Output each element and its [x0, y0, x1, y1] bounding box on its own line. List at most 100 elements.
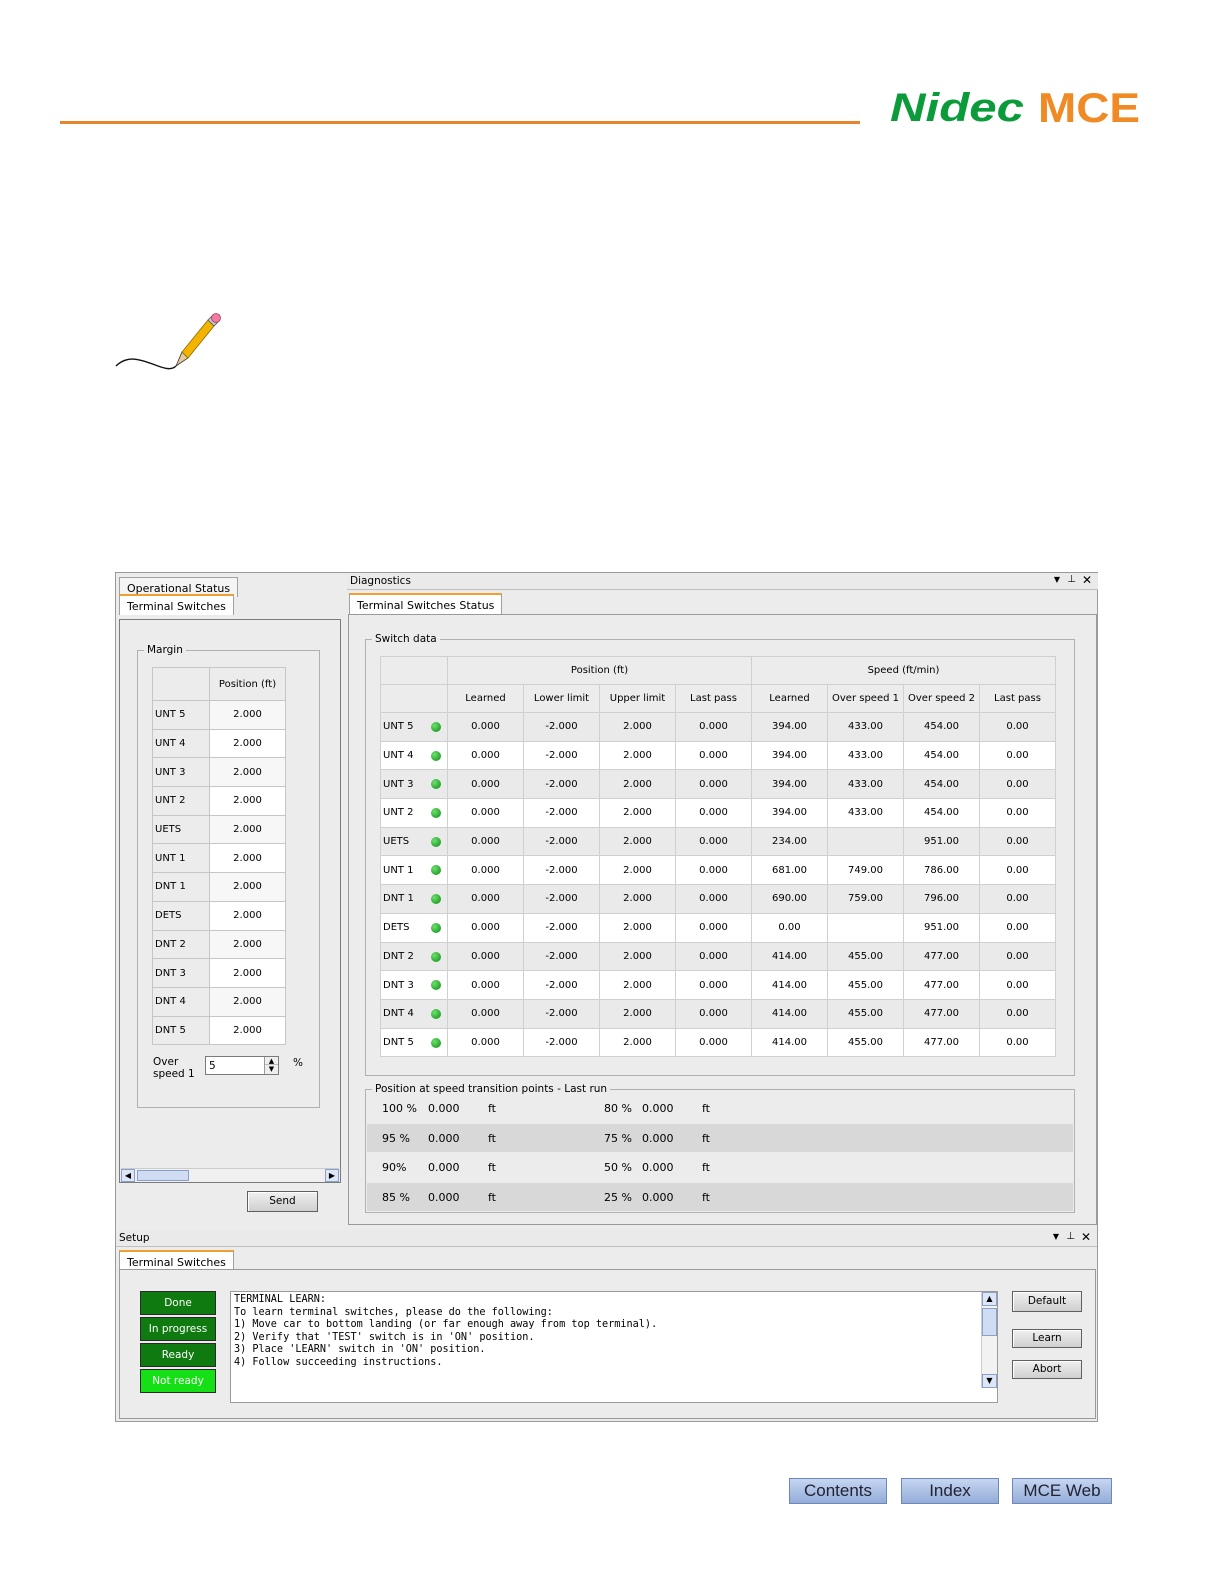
switch-value-cell: 0.000 [675, 740, 752, 771]
transition-row: 85 % 0.000 ft 25 % 0.000 ft [367, 1183, 1073, 1211]
console-scroll-up-icon[interactable]: ▲ [982, 1292, 997, 1306]
margin-position-input[interactable]: 2.000 [209, 1015, 286, 1046]
switch-value-cell: 414.00 [751, 970, 828, 1000]
switch-value-cell: 951.00 [903, 826, 980, 857]
overspeed-stepper[interactable]: 5 ▲ ▼ [205, 1056, 279, 1075]
learn-button[interactable]: Learn [1012, 1329, 1082, 1348]
scroll-right-icon[interactable]: ▶ [325, 1169, 339, 1182]
scroll-left-icon[interactable]: ◀ [121, 1169, 135, 1182]
margin-row: DNT 2 2.000 [152, 929, 286, 960]
tab-terminal-switches[interactable]: Terminal Switches [119, 594, 234, 615]
status-led-icon [431, 922, 441, 933]
margin-position-input[interactable]: 2.000 [209, 986, 286, 1017]
setup-dropdown-icon[interactable]: ▼ [1053, 1232, 1059, 1241]
switch-value-cell: 2.000 [599, 998, 676, 1029]
position-column-header: Position (ft) [209, 667, 286, 701]
setup-panel: Done In progress Ready Not ready TERMINAL L… [119, 1269, 1096, 1419]
margin-position-input[interactable]: 2.000 [209, 843, 286, 874]
switch-value-cell: 455.00 [827, 941, 904, 972]
switch-value-cell: 2.000 [599, 798, 676, 828]
stepper-arrows[interactable]: ▲ ▼ [264, 1057, 278, 1074]
switch-value-cell: 0.00 [979, 769, 1056, 800]
switch-value-cell: 394.00 [751, 740, 828, 771]
switch-name-cell: UNT 4 [380, 740, 448, 771]
switch-row: UNT 5 0.000 -2.000 2.000 0.000 394.00 433.00 45… [380, 712, 1056, 742]
switch-value-cell: 0.000 [675, 970, 752, 1000]
switch-value-cell: 0.000 [675, 941, 752, 972]
transition-v2: 0.000 [642, 1161, 674, 1174]
margin-position-input[interactable]: 2.000 [209, 958, 286, 988]
scroll-thumb[interactable] [137, 1170, 189, 1181]
panel-close-icon[interactable]: ✕ [1082, 573, 1092, 587]
overspeed-value: 5 [209, 1060, 216, 1072]
switch-value-cell: 2.000 [599, 884, 676, 914]
setup-pin-icon[interactable]: ⊥ [1066, 1231, 1075, 1242]
switch-value-cell: 0.000 [447, 769, 524, 800]
stepper-up-icon[interactable]: ▲ [265, 1057, 278, 1065]
learn-instructions-console[interactable]: TERMINAL LEARN: To learn terminal switche… [230, 1291, 998, 1403]
tab-terminal-switches-status[interactable]: Terminal Switches Status [349, 593, 503, 614]
switch-value-cell: 0.000 [675, 798, 752, 828]
switch-value-cell [827, 826, 904, 857]
switch-row: UNT 1 0.000 -2.000 2.000 0.000 681.00 749.00 78… [380, 855, 1056, 886]
console-vertical-scrollbar[interactable]: ▲ ▼ [981, 1292, 997, 1388]
switch-value-cell: 0.000 [447, 941, 524, 972]
panel-dropdown-icon[interactable]: ▼ [1054, 575, 1060, 584]
transition-v1: 0.000 [428, 1161, 460, 1174]
tab-setup-terminal-switches[interactable]: Terminal Switches [119, 1250, 234, 1271]
switch-value-cell: 0.00 [979, 712, 1056, 742]
margin-position-input[interactable]: 2.000 [209, 786, 286, 816]
nidec-mce-logo: Nidec MCE [890, 86, 1140, 128]
switch-value-cell: 0.00 [979, 1027, 1056, 1058]
switch-value-cell: 759.00 [827, 884, 904, 914]
default-button[interactable]: Default [1012, 1291, 1082, 1312]
diagnostics-titlebar: Diagnostics ▼ ⊥ ✕ [347, 573, 1098, 590]
switch-data-table: Position (ft) Speed (ft/min) Learned Lowe… [380, 656, 1056, 1058]
margin-row-label: DNT 3 [152, 958, 210, 988]
app-screenshot: Operational Status Terminal Switches Mar… [115, 572, 1098, 1422]
switch-value-cell: 0.00 [979, 798, 1056, 828]
subheader-cell: Learned [751, 684, 828, 713]
console-line: 1) Move car to bottom landing (or far en… [234, 1319, 658, 1331]
switch-name: DNT 4 [383, 1008, 414, 1020]
switch-value-cell: -2.000 [523, 912, 600, 943]
stepper-down-icon[interactable]: ▼ [265, 1065, 278, 1073]
setup-close-icon[interactable]: ✕ [1081, 1230, 1091, 1244]
horizontal-scrollbar[interactable]: ◀ ▶ [121, 1168, 339, 1182]
send-button[interactable]: Send [247, 1191, 318, 1212]
transition-u2: ft [702, 1191, 710, 1204]
console-scroll-down-icon[interactable]: ▼ [982, 1374, 997, 1388]
margin-position-input[interactable]: 2.000 [209, 872, 286, 902]
status-led-icon [431, 980, 441, 991]
margin-position-input[interactable]: 2.000 [209, 700, 286, 730]
margin-position-input[interactable]: 2.000 [209, 757, 286, 788]
abort-button[interactable]: Abort [1012, 1360, 1082, 1379]
margin-position-input[interactable]: 2.000 [209, 929, 286, 960]
switch-name-header [380, 684, 448, 713]
status-led-icon [431, 836, 441, 847]
switch-value-cell: 786.00 [903, 855, 980, 886]
status-led-icon [431, 779, 441, 790]
margin-group-label: Margin [144, 644, 186, 656]
panel-pin-icon[interactable]: ⊥ [1067, 574, 1076, 585]
margin-position-input[interactable]: 2.000 [209, 728, 286, 759]
switch-value-cell: -2.000 [523, 740, 600, 771]
switch-value-cell: 454.00 [903, 740, 980, 771]
switch-value-cell: 0.000 [675, 998, 752, 1029]
switch-value-cell: 0.00 [751, 912, 828, 943]
switch-value-cell: 414.00 [751, 1027, 828, 1058]
console-line: To learn terminal switches, please do th… [234, 1306, 553, 1318]
margin-position-input[interactable]: 2.000 [209, 814, 286, 845]
subheader-cell: Lower limit [523, 684, 600, 713]
margin-position-input[interactable]: 2.000 [209, 900, 286, 931]
switch-name-cell: DNT 4 [380, 998, 448, 1029]
switch-value-cell: 2.000 [599, 941, 676, 972]
console-scroll-thumb[interactable] [982, 1308, 997, 1336]
transition-p1: 100 % [382, 1102, 417, 1115]
contents-button[interactable]: Contents [789, 1478, 887, 1504]
mce-web-button[interactable]: MCE Web [1012, 1478, 1112, 1504]
index-button[interactable]: Index [901, 1478, 999, 1504]
switch-value-cell: 0.000 [447, 740, 524, 771]
switch-row: UNT 2 0.000 -2.000 2.000 0.000 394.00 433.00 45… [380, 798, 1056, 828]
subheader-cell: Over speed 1 [827, 684, 904, 713]
